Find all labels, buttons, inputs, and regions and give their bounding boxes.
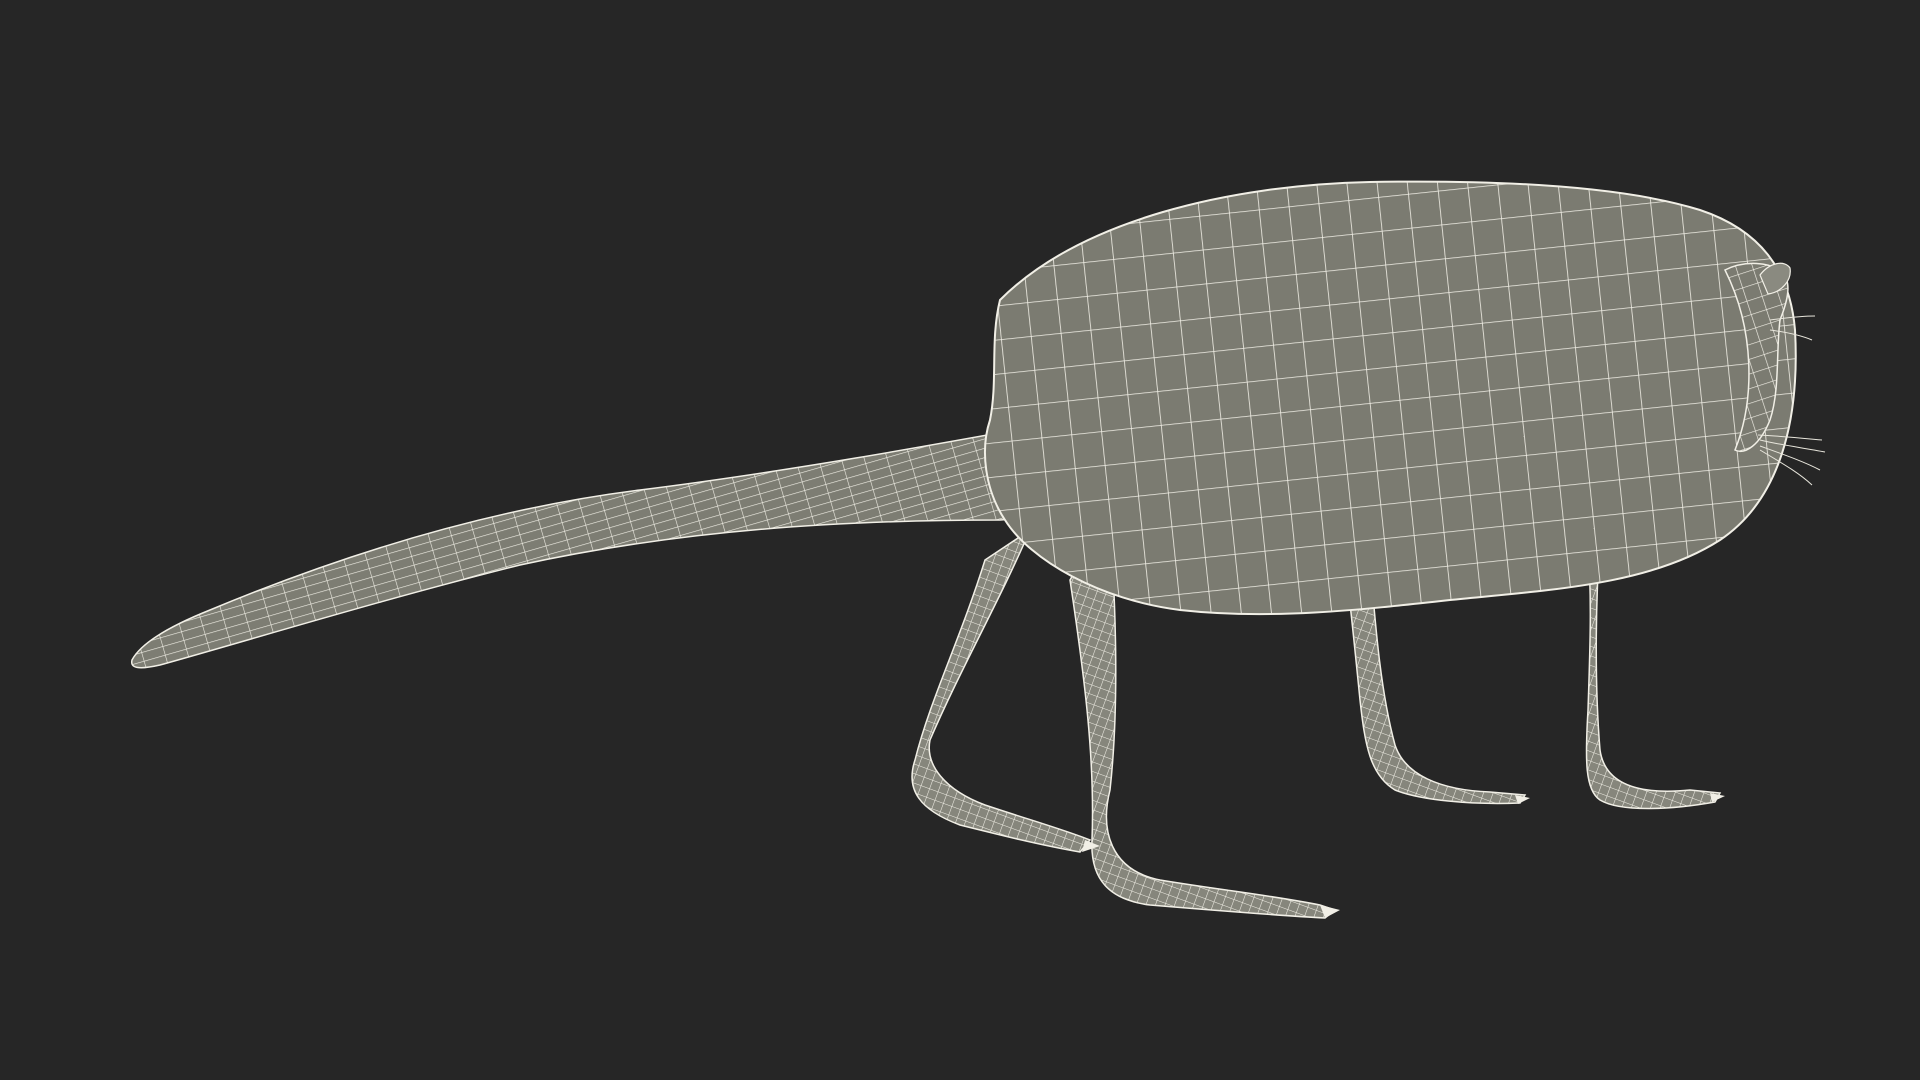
render-viewport <box>0 0 1920 1080</box>
tail <box>130 419 1081 669</box>
body <box>984 180 1797 616</box>
hind-leg-far <box>911 527 1092 853</box>
wireframe-model <box>130 180 1826 919</box>
